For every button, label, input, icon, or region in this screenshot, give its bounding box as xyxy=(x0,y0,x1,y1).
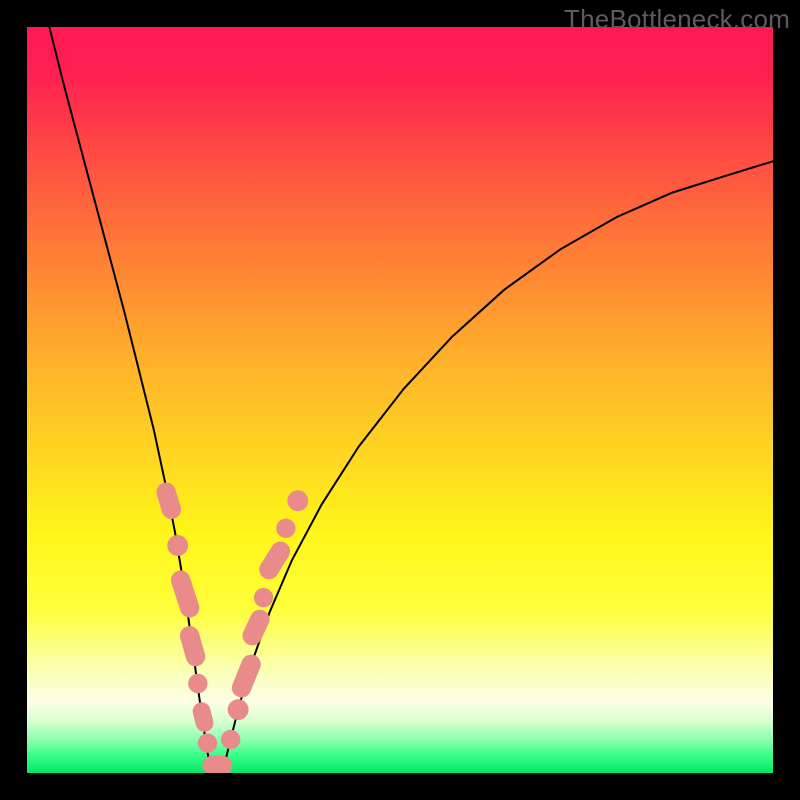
gradient-background xyxy=(27,27,773,773)
marker-dot xyxy=(167,535,188,556)
marker-dot xyxy=(198,733,217,752)
marker-dot xyxy=(228,699,249,720)
marker-dot xyxy=(254,588,273,607)
marker-dot xyxy=(221,730,240,749)
chart-svg xyxy=(27,27,773,773)
marker-dot xyxy=(188,674,207,693)
marker-dot xyxy=(276,519,295,538)
watermark-text: TheBottleneck.com xyxy=(564,4,790,35)
chart-frame xyxy=(27,27,773,773)
marker-capsule xyxy=(202,756,232,773)
marker-dot xyxy=(287,490,308,511)
